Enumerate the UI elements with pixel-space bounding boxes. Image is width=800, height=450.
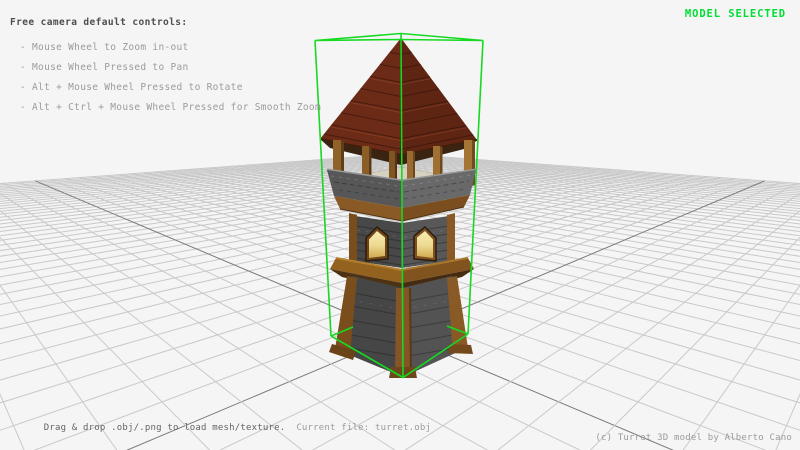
current-file: Current file: turret.obj bbox=[296, 423, 431, 433]
drop-hint: Drag & drop .obj/.png to load mesh/textu… bbox=[44, 423, 286, 433]
roof-right-face bbox=[401, 38, 477, 155]
roof bbox=[320, 38, 477, 155]
help-item-zoom: - Mouse Wheel to Zoom in-out bbox=[20, 38, 321, 58]
turret-model[interactable] bbox=[320, 38, 477, 378]
model-credit: (c) Turret 3D model by Alberto Cano bbox=[595, 433, 792, 443]
corner-trim-left bbox=[349, 213, 357, 263]
grid-line bbox=[189, 169, 800, 450]
help-item-rotate: - Alt + Mouse Wheel Pressed to Rotate bbox=[20, 78, 321, 98]
footer-left: Drag & drop .obj/.png to load mesh/textu… bbox=[10, 413, 431, 443]
help-item-smooth-zoom: - Alt + Ctrl + Mouse Wheel Pressed for S… bbox=[20, 98, 321, 118]
corner-trim-right bbox=[447, 213, 455, 263]
status-badge: MODEL SELECTED bbox=[685, 8, 786, 20]
help-item-pan: - Mouse Wheel Pressed to Pan bbox=[20, 58, 321, 78]
viewport-3d[interactable]: Free camera default controls: - Mouse Wh… bbox=[0, 0, 800, 450]
help-list: - Mouse Wheel to Zoom in-out - Mouse Whe… bbox=[20, 38, 321, 118]
bbox-top-face bbox=[315, 34, 483, 41]
help-title: Free camera default controls: bbox=[10, 17, 187, 28]
roof-left-face bbox=[320, 38, 401, 155]
grid-line bbox=[0, 169, 611, 450]
